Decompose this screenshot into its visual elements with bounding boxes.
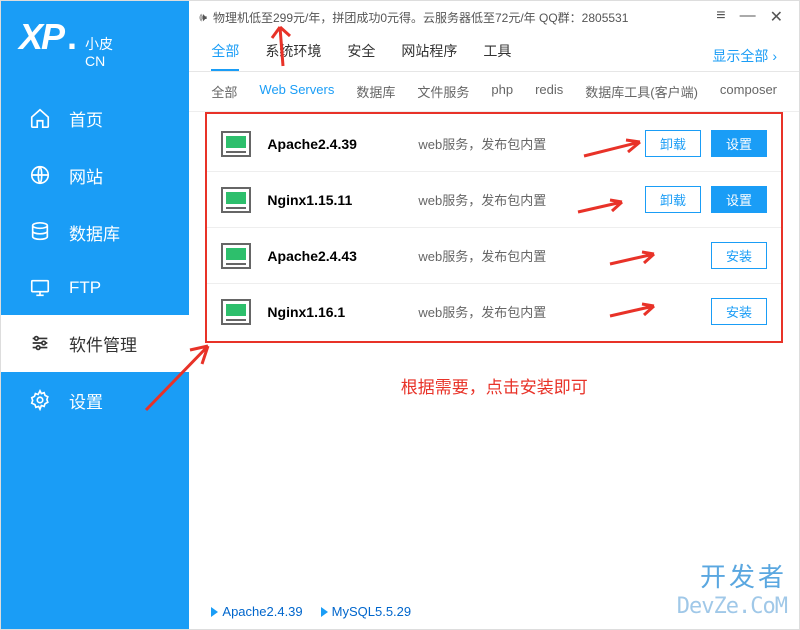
minimize-icon[interactable]: — xyxy=(740,7,756,27)
software-desc: web服务，发布包内置 xyxy=(418,246,695,265)
server-icon xyxy=(221,299,251,325)
tab-env[interactable]: 系统环境 xyxy=(265,41,321,71)
software-name: Apache2.4.43 xyxy=(267,248,402,264)
software-name: Nginx1.15.11 xyxy=(267,192,402,208)
hint-text: 根据需要，点击安装即可 xyxy=(189,343,799,408)
subtab-redis[interactable]: redis xyxy=(535,82,563,101)
tabs: 全部 系统环境 安全 网站程序 工具 显示全部 › xyxy=(189,33,799,72)
show-all-link[interactable]: 显示全部 › xyxy=(712,41,777,71)
settings-button[interactable]: 设置 xyxy=(711,130,767,157)
tab-security[interactable]: 安全 xyxy=(347,41,375,71)
software-name: Nginx1.16.1 xyxy=(267,304,402,320)
subtab-all[interactable]: 全部 xyxy=(211,82,237,101)
software-desc: web服务，发布包内置 xyxy=(418,302,695,321)
database-icon xyxy=(29,221,51,243)
logo-dot: . xyxy=(67,16,77,58)
chevron-right-icon: › xyxy=(772,48,777,64)
list-item: Nginx1.15.11 web服务，发布包内置 卸载 设置 xyxy=(207,172,781,228)
gear-icon xyxy=(29,389,51,411)
close-icon[interactable]: ✕ xyxy=(770,7,783,27)
list-item: Nginx1.16.1 web服务，发布包内置 安装 xyxy=(207,284,781,339)
install-button[interactable]: 安装 xyxy=(711,298,767,325)
nav-site[interactable]: 网站 xyxy=(1,147,189,204)
topbar: 🕪 物理机低至299元/年，拼团成功0元得。云服务器低至72元/年 QQ群：28… xyxy=(189,1,799,33)
nav-ftp[interactable]: FTP xyxy=(1,261,189,315)
tab-all[interactable]: 全部 xyxy=(211,41,239,71)
subtab-php[interactable]: php xyxy=(491,82,513,101)
nav-software[interactable]: 软件管理 xyxy=(1,315,189,372)
home-icon xyxy=(29,107,51,129)
ad-text: 物理机低至299元/年，拼团成功0元得。云服务器低至72元/年 QQ群：2805… xyxy=(213,9,628,26)
tab-web[interactable]: 网站程序 xyxy=(401,41,457,71)
main: 🕪 物理机低至299元/年，拼团成功0元得。云服务器低至72元/年 QQ群：28… xyxy=(189,1,799,629)
subtab-db[interactable]: 数据库 xyxy=(356,82,395,101)
tab-tools[interactable]: 工具 xyxy=(483,41,511,71)
subtab-composer[interactable]: composer xyxy=(720,82,777,101)
logo: XP . 小皮 CN xyxy=(1,1,189,90)
sound-icon: 🕪 xyxy=(199,10,207,25)
subtab-dbtool[interactable]: 数据库工具(客户端) xyxy=(585,82,698,101)
status-apache[interactable]: Apache2.4.39 xyxy=(211,604,302,619)
watermark: 开发者 DevZe.CoM xyxy=(677,557,787,619)
menu-icon[interactable]: ≡ xyxy=(716,7,725,27)
subtab-file[interactable]: 文件服务 xyxy=(417,82,469,101)
nav: 首页 网站 数据库 FTP 软件管理 设置 xyxy=(1,90,189,429)
status-mysql[interactable]: MySQL5.5.29 xyxy=(321,604,412,619)
status-bar: Apache2.4.39 MySQL5.5.29 xyxy=(211,604,411,619)
server-icon xyxy=(221,131,251,157)
nav-settings[interactable]: 设置 xyxy=(1,372,189,429)
list-item: Apache2.4.39 web服务，发布包内置 卸载 设置 xyxy=(207,116,781,172)
settings-button[interactable]: 设置 xyxy=(711,186,767,213)
software-desc: web服务，发布包内置 xyxy=(418,190,629,209)
list-item: Apache2.4.43 web服务，发布包内置 安装 xyxy=(207,228,781,284)
globe-icon xyxy=(29,164,51,186)
play-icon xyxy=(321,607,328,617)
nav-database[interactable]: 数据库 xyxy=(1,204,189,261)
install-button[interactable]: 安装 xyxy=(711,242,767,269)
nav-home[interactable]: 首页 xyxy=(1,90,189,147)
subtab-webservers[interactable]: Web Servers xyxy=(259,82,334,101)
server-icon xyxy=(221,187,251,213)
play-icon xyxy=(211,607,218,617)
sliders-icon xyxy=(29,332,51,354)
monitor-icon xyxy=(29,277,51,299)
software-list: Apache2.4.39 web服务，发布包内置 卸载 设置 Nginx1.15… xyxy=(205,112,783,343)
subtabs: 全部 Web Servers 数据库 文件服务 php redis 数据库工具(… xyxy=(189,72,799,112)
logo-subtitle: 小皮 CN xyxy=(85,36,113,70)
sidebar: XP . 小皮 CN 首页 网站 数据库 FTP xyxy=(1,1,189,629)
server-icon xyxy=(221,243,251,269)
uninstall-button[interactable]: 卸载 xyxy=(645,130,701,157)
uninstall-button[interactable]: 卸载 xyxy=(645,186,701,213)
logo-text: XP xyxy=(19,16,63,58)
software-name: Apache2.4.39 xyxy=(267,136,402,152)
software-desc: web服务，发布包内置 xyxy=(418,134,629,153)
window-controls: ≡ — ✕ xyxy=(716,7,789,27)
